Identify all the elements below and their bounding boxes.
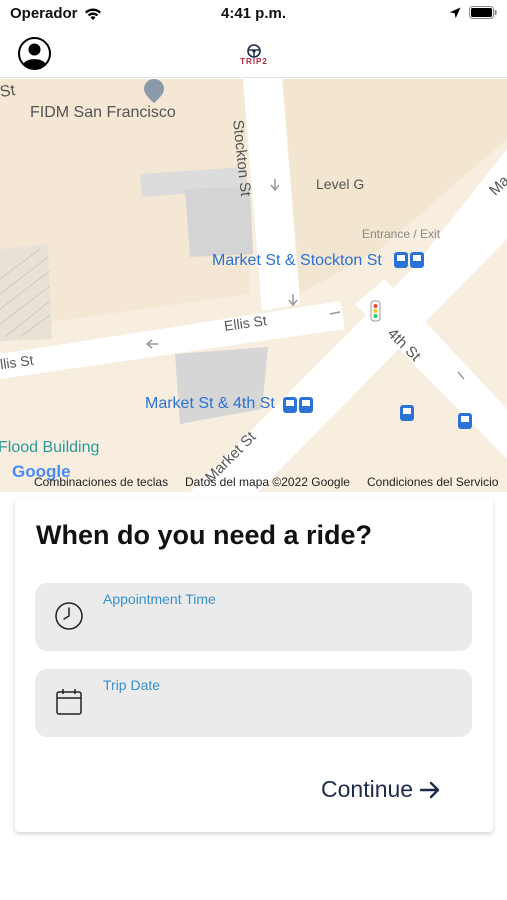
- continue-button[interactable]: Continue: [321, 776, 441, 803]
- bus-stop-icon[interactable]: [400, 405, 414, 421]
- map-label-level-g: Level G: [316, 176, 365, 192]
- trip-date-field[interactable]: Trip Date: [35, 669, 472, 737]
- logo-text: TRIP2: [240, 57, 268, 66]
- map-terms-link[interactable]: Condiciones del Servicio: [367, 475, 498, 489]
- map-label-entrance: Entrance / Exit: [362, 227, 441, 241]
- app-logo: TRIP2: [232, 44, 276, 70]
- bus-stop-icon[interactable]: [394, 252, 424, 268]
- clock-icon: [55, 602, 83, 630]
- app-header: TRIP2: [0, 30, 507, 78]
- map-label-market-4th[interactable]: Market St & 4th St: [145, 395, 275, 413]
- map-label-flood-building[interactable]: Flood Building: [0, 439, 99, 457]
- steering-wheel-icon: [247, 44, 261, 58]
- status-time: 4:41 p.m.: [220, 5, 287, 22]
- map-data-credit: Datos del mapa ©2022 Google: [185, 475, 350, 489]
- map-label-fidm[interactable]: FIDM San Francisco: [30, 104, 176, 122]
- map-label-top-st: St: [0, 82, 17, 101]
- map-attribution: Combinaciones de teclas Datos del mapa ©…: [0, 471, 507, 493]
- status-right: [449, 6, 497, 19]
- battery-icon: [469, 6, 497, 19]
- appointment-time-field[interactable]: Appointment Time: [35, 583, 472, 651]
- profile-avatar-icon[interactable]: [18, 37, 51, 70]
- ride-request-card: When do you need a ride? Appointment Tim…: [15, 498, 493, 832]
- arrow-right-icon: [419, 781, 440, 798]
- trip-date-label: Trip Date: [103, 677, 161, 693]
- map-keyboard-shortcuts-link[interactable]: Combinaciones de teclas: [34, 475, 168, 489]
- bus-stop-icon[interactable]: [283, 397, 313, 413]
- map-view[interactable]: St FIDM San Francisco Stockton St Level …: [0, 79, 507, 492]
- bus-stop-icon[interactable]: [458, 413, 472, 429]
- calendar-icon: [56, 689, 82, 715]
- status-bar: Operador 4:41 p.m.: [0, 0, 507, 30]
- appointment-time-label: Appointment Time: [103, 591, 216, 607]
- map-label-market-stockton[interactable]: Market St & Stockton St: [212, 252, 382, 270]
- location-arrow-icon: [449, 7, 461, 18]
- continue-label: Continue: [321, 776, 414, 802]
- card-title: When do you need a ride?: [36, 520, 373, 550]
- appointment-time-input[interactable]: [103, 615, 453, 641]
- trip-date-input[interactable]: [103, 701, 453, 727]
- map-roads: [0, 79, 507, 492]
